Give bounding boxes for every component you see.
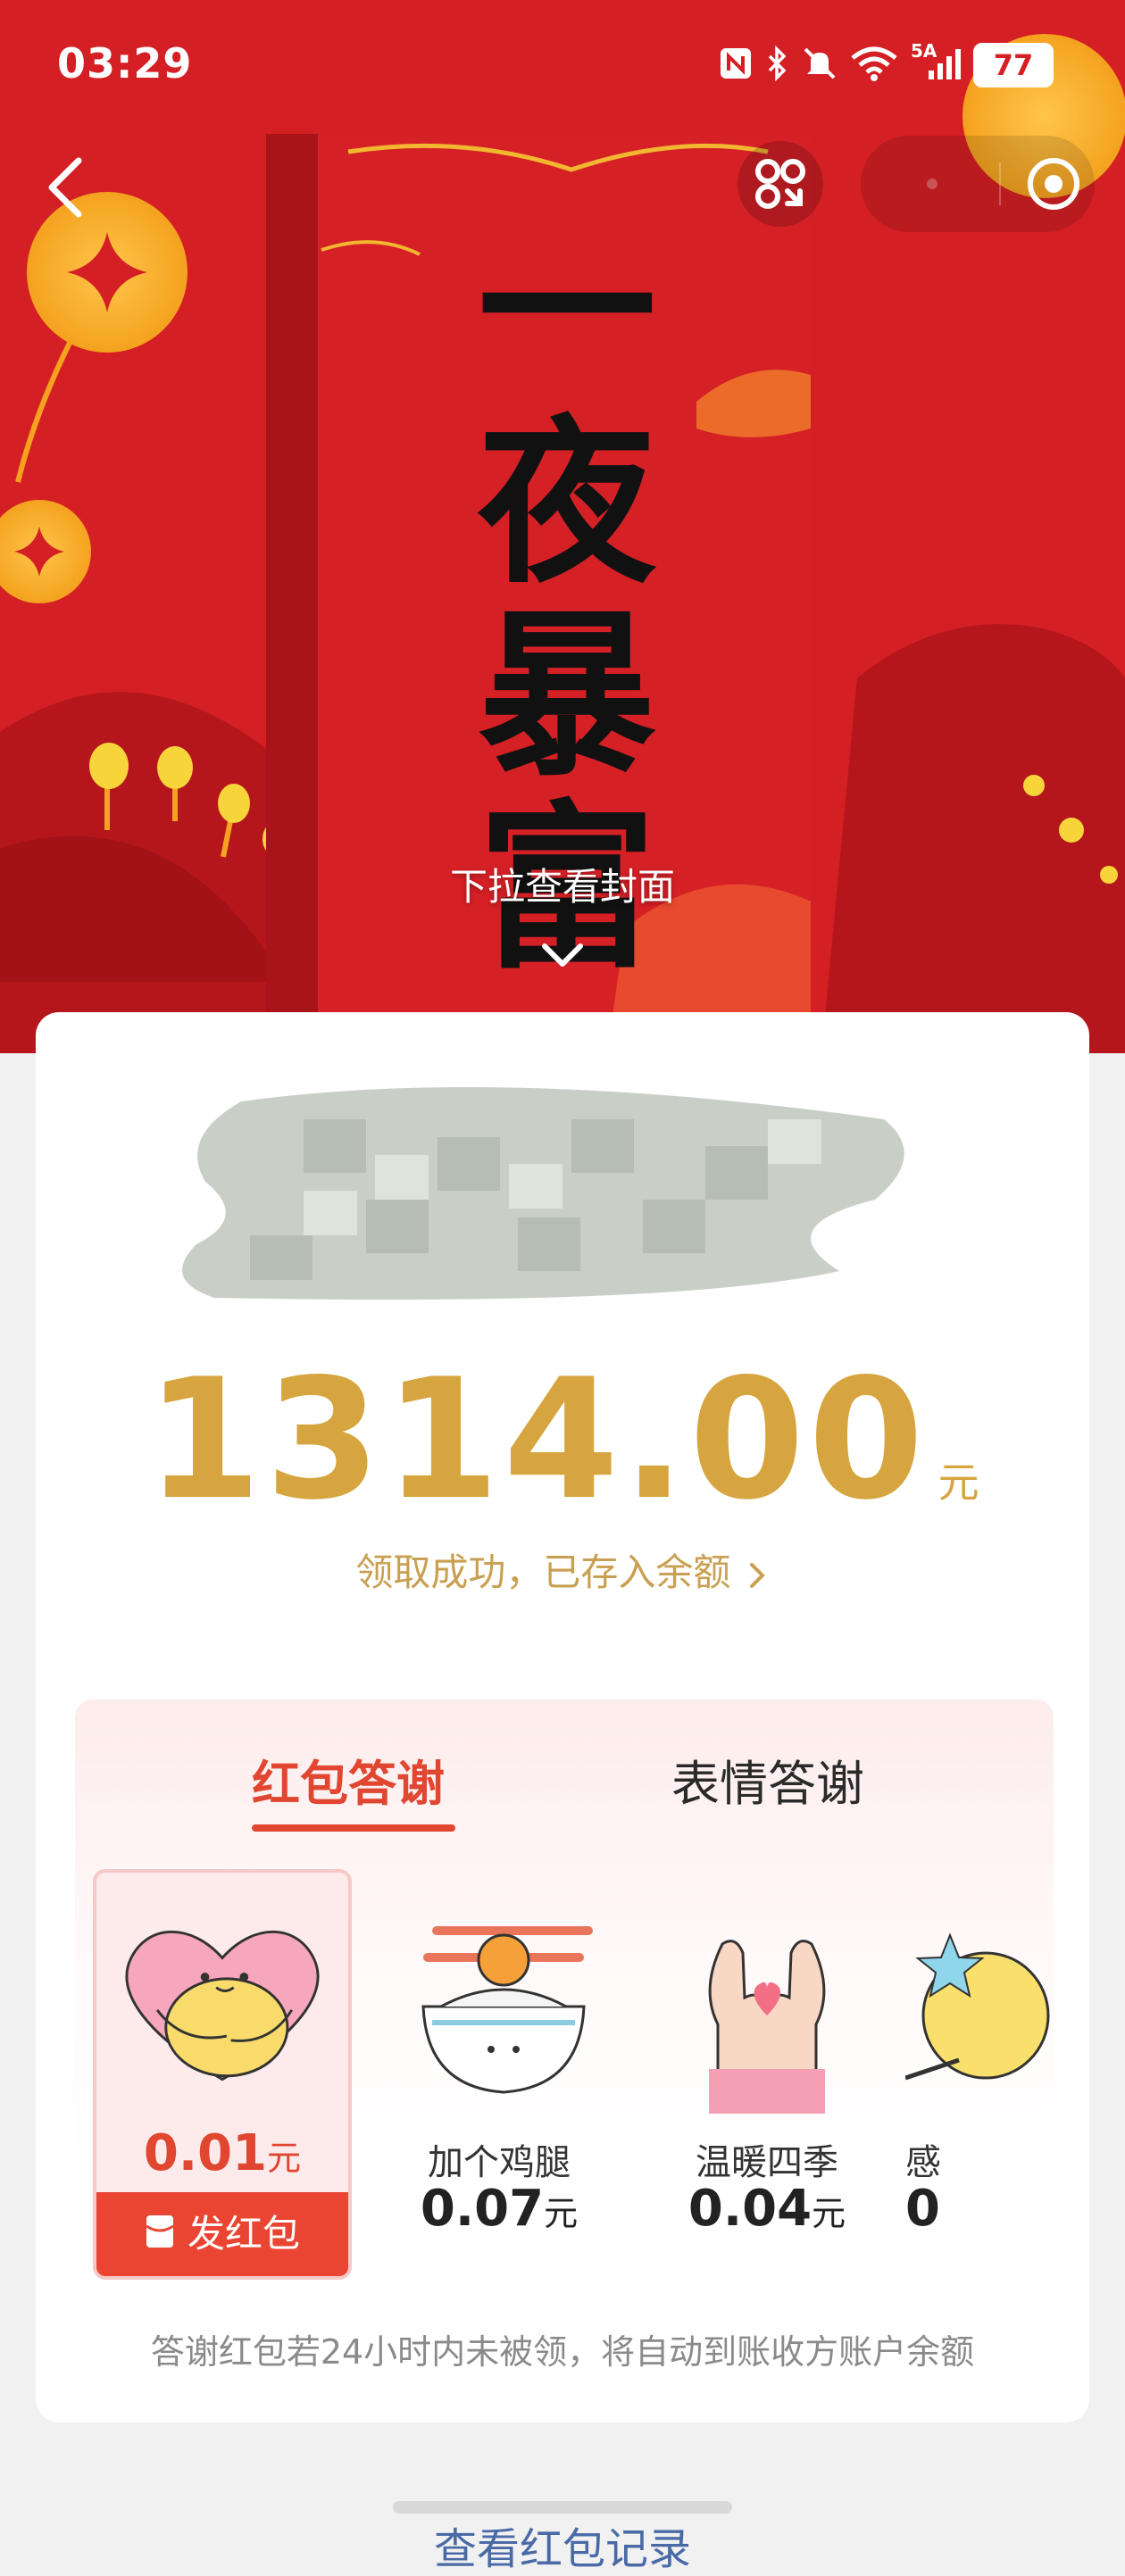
cover-area[interactable]: 一夜暴富 03:29 5A 77 下拉查看封面 [0, 0, 1125, 1053]
bottom-handle [393, 2501, 732, 2514]
tab-sticker-thanks[interactable]: 表情答谢 [671, 1744, 864, 1816]
gift-option-partial[interactable]: 感 0 [905, 1869, 1054, 2280]
gift-price-value: 0.04 [688, 2180, 812, 2238]
chevron-down-icon[interactable] [536, 937, 589, 976]
cover-hint[interactable]: 下拉查看封面 [0, 857, 1125, 911]
balance-status-link[interactable]: 领取成功，已存入余额 [36, 1542, 1089, 1597]
scan-icon [755, 159, 805, 209]
gift-option-hug[interactable]: 0.01元 发红包 [93, 1869, 352, 2280]
nfc-icon [718, 46, 754, 85]
tab-underline [252, 1824, 455, 1832]
amount-display: 1314.00 元 [36, 1342, 1089, 1536]
gift-price-unit: 元 [812, 2194, 846, 2233]
thanks-panel: 红包答谢 表情答谢 0.01元 发红包 加个鸡腿 0.07元 温暖四季 0.04… [75, 1699, 1054, 2306]
gift-name: 感 [905, 2142, 941, 2183]
gift-name: 温暖四季 [696, 2142, 838, 2183]
status-time: 03:29 [57, 39, 193, 87]
gift-option-drumstick[interactable]: 加个鸡腿 0.07元 [370, 1869, 629, 2280]
battery-indicator: 77 [973, 43, 1054, 87]
sender-name-redacted [182, 1087, 904, 1300]
signal-icon: 5A [911, 40, 961, 85]
gift-price: 0.07元 [370, 2180, 629, 2238]
scan-button[interactable] [738, 141, 823, 227]
target-icon [927, 158, 1079, 210]
gift-price-value: 0.07 [420, 2180, 545, 2238]
gift-name: 加个鸡腿 [428, 2142, 571, 2183]
heart-hands-icon [708, 1940, 826, 2114]
balance-status-text: 领取成功，已存入余额 [355, 1550, 731, 1594]
status-icons: 5A 77 [718, 40, 1054, 87]
thanks-footnote: 答谢红包若24小时内未被领，将自动到账收方账户余额 [150, 2332, 975, 2372]
amount-value: 1314.00 [146, 1342, 928, 1536]
star-icon [905, 1932, 1050, 2081]
send-red-packet-button[interactable]: 发红包 [96, 2192, 348, 2276]
mute-icon [802, 46, 838, 85]
gift-price: 0.01元 [96, 2124, 348, 2182]
amount-unit: 元 [938, 1458, 979, 1507]
red-packet-card: 1314.00 元 领取成功，已存入余额 红包答谢 表情答谢 0.01元 发红包… [36, 1012, 1089, 2422]
back-button[interactable] [36, 152, 98, 223]
drumstick-bowl-icon [421, 1926, 593, 2094]
chevron-right-icon [749, 1562, 765, 1588]
red-envelope-icon [145, 2195, 175, 2279]
gift-option-warm-seasons[interactable]: 温暖四季 0.04元 [638, 1869, 896, 2280]
menu-capsule[interactable] [861, 136, 1095, 232]
bluetooth-icon [766, 45, 789, 85]
gift-price: 0 [905, 2180, 1054, 2238]
status-bar: 03:29 5A 77 [0, 0, 1125, 134]
gift-price: 0.04元 [638, 2180, 896, 2238]
network-label: 5A [911, 40, 938, 62]
gift-price-value: 0 [905, 2180, 940, 2238]
gift-price-unit: 元 [544, 2194, 579, 2233]
tab-red-packet-thanks[interactable]: 红包答谢 [252, 1744, 445, 1816]
send-button-label: 发红包 [187, 2212, 300, 2256]
gift-price-value: 0.01 [143, 2124, 268, 2182]
gift-price-unit: 元 [267, 2139, 302, 2178]
view-records-link[interactable]: 查看红包记录 [0, 2514, 1125, 2576]
hug-heart-icon [125, 1930, 320, 2082]
chevron-left-icon [48, 157, 82, 218]
wifi-icon [850, 46, 898, 85]
